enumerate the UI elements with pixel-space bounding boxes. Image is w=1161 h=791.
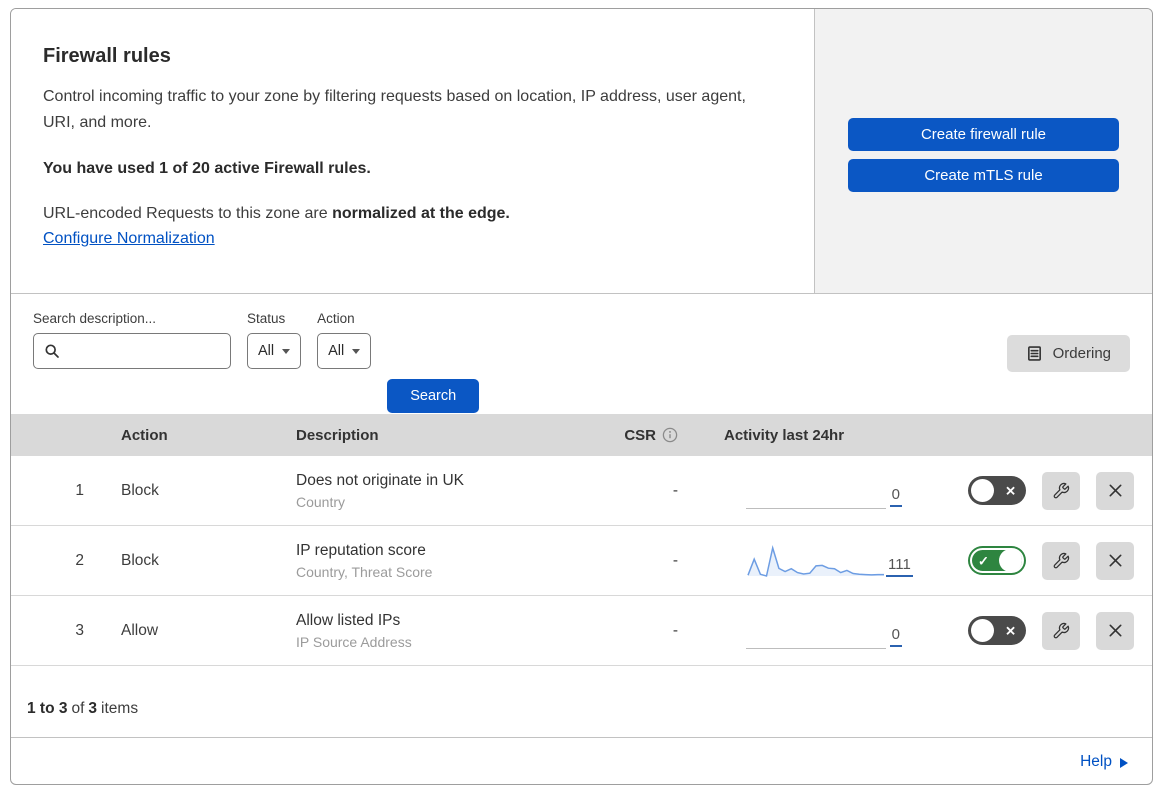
actions-panel: Create firewall rule Create mTLS rule: [815, 9, 1152, 293]
column-header-csr: CSR: [591, 427, 681, 444]
search-box[interactable]: [33, 333, 231, 369]
normalization-prefix: URL-encoded Requests to this zone are: [43, 205, 333, 223]
wrench-icon: [1053, 552, 1070, 568]
toggle-x-icon: ✕: [1005, 483, 1016, 498]
usage-notice: You have used 1 of 20 active Firewall ru…: [43, 160, 371, 178]
activity-sparkline: [747, 544, 884, 577]
rule-enabled-toggle[interactable]: ✓ ✕: [968, 546, 1026, 575]
rule-priority: 1: [75, 481, 84, 499]
configure-normalization-link[interactable]: Configure Normalization: [43, 230, 215, 247]
close-icon: [1109, 484, 1121, 497]
info-icon[interactable]: [662, 427, 678, 443]
rule-criteria: IP Source Address: [296, 633, 412, 650]
rule-description: Does not originate in UK Country: [276, 472, 591, 510]
firewall-rules-panel: Firewall rules Control incoming traffic …: [10, 8, 1153, 785]
chevron-down-icon: [282, 348, 291, 354]
column-header-action: Action: [121, 426, 168, 444]
create-firewall-rule-button[interactable]: Create firewall rule: [848, 118, 1119, 151]
normalization-emphasis: normalized at the edge.: [332, 205, 510, 223]
pagination-total: 3: [88, 699, 98, 717]
rule-csr-value: -: [672, 551, 678, 569]
edit-rule-button[interactable]: [1042, 471, 1080, 510]
activity-sparkline-flat: [746, 483, 886, 509]
column-header-description: Description: [296, 426, 379, 444]
rule-criteria: Country: [296, 493, 346, 510]
rule-description-title: Allow listed IPs: [296, 611, 401, 629]
rule-csr-value: -: [672, 481, 678, 499]
activity-count-link[interactable]: 0: [889, 486, 902, 507]
rule-activity: 0: [681, 473, 926, 509]
pagination-of: of: [71, 699, 85, 717]
rule-enabled-toggle[interactable]: ✓ ✕: [968, 476, 1026, 505]
rule-controls: ✓ ✕: [926, 611, 1152, 650]
intro-block: Firewall rules Control incoming traffic …: [11, 9, 815, 293]
search-label: Search description...: [33, 311, 157, 326]
rule-description-title: IP reputation score: [296, 541, 426, 559]
rule-csr-value: -: [672, 621, 678, 639]
status-select[interactable]: All: [247, 333, 302, 369]
rule-activity: 111: [681, 543, 926, 579]
table-header: Action Description CSR Activity last 24h…: [11, 414, 1152, 456]
action-label: Action: [317, 311, 355, 326]
page-description: Control incoming traffic to your zone by…: [43, 88, 746, 132]
edit-rule-button[interactable]: [1042, 541, 1080, 580]
toggle-knob: [971, 479, 994, 502]
toggle-knob: [971, 619, 994, 642]
pagination-items: items: [101, 699, 139, 717]
activity-sparkline-flat: [746, 623, 886, 649]
create-mtls-rule-button[interactable]: Create mTLS rule: [848, 159, 1119, 192]
rule-action: Allow: [121, 621, 159, 639]
activity-count-link[interactable]: 111: [886, 556, 913, 577]
delete-rule-button[interactable]: [1096, 471, 1134, 510]
pagination-range: 1 to 3: [27, 699, 68, 717]
table-row: 1 Block Does not originate in UK Country…: [11, 456, 1152, 526]
search-icon: [45, 344, 59, 358]
status-value: All: [258, 343, 275, 359]
chevron-down-icon: [352, 348, 361, 354]
column-header-activity: Activity last 24hr: [724, 426, 845, 444]
toggle-x-icon: ✕: [1005, 623, 1016, 638]
page-title: Firewall rules: [43, 45, 171, 67]
action-select[interactable]: All: [317, 333, 372, 369]
table-row: 3 Allow Allow listed IPs IP Source Addre…: [11, 596, 1152, 666]
help-bar: Help: [11, 738, 1152, 784]
rule-priority: 2: [75, 551, 84, 569]
rule-description: IP reputation score Country, Threat Scor…: [276, 542, 591, 580]
arrow-right-icon: [1120, 757, 1128, 768]
delete-rule-button[interactable]: [1096, 541, 1134, 580]
rule-description: Allow listed IPs IP Source Address: [276, 612, 591, 650]
pagination-bar: 1 to 3 of 3 items: [11, 666, 1152, 738]
help-link[interactable]: Help: [1080, 753, 1128, 771]
rule-controls: ✓ ✕: [926, 541, 1152, 580]
activity-count-link[interactable]: 0: [889, 626, 902, 647]
toggle-check-icon: ✓: [978, 553, 989, 568]
ordering-button-label: Ordering: [1052, 345, 1111, 362]
filter-bar: Search description... Status All Action …: [11, 294, 1152, 414]
rule-description-title: Does not originate in UK: [296, 471, 465, 489]
rule-action: Block: [121, 481, 159, 499]
close-icon: [1109, 624, 1121, 637]
ordering-button[interactable]: Ordering: [1006, 335, 1130, 372]
wrench-icon: [1053, 482, 1070, 498]
toggle-knob: [999, 549, 1022, 572]
ordering-list-icon: [1027, 346, 1041, 361]
rule-enabled-toggle[interactable]: ✓ ✕: [968, 616, 1026, 645]
rule-activity: 0: [681, 613, 926, 649]
search-button[interactable]: Search: [387, 379, 480, 413]
rule-criteria: Country, Threat Score: [296, 563, 433, 580]
close-icon: [1109, 554, 1121, 567]
status-label: Status: [247, 311, 286, 326]
help-link-label: Help: [1080, 753, 1112, 770]
rule-action: Block: [121, 551, 159, 569]
wrench-icon: [1053, 622, 1070, 638]
action-value: All: [328, 343, 345, 359]
rule-priority: 3: [75, 621, 84, 639]
normalization-text: URL-encoded Requests to this zone are no…: [43, 205, 774, 223]
delete-rule-button[interactable]: [1096, 611, 1134, 650]
rule-controls: ✓ ✕: [926, 471, 1152, 510]
table-row: 2 Block IP reputation score Country, Thr…: [11, 526, 1152, 596]
search-input[interactable]: [67, 343, 220, 359]
overview-section: Firewall rules Control incoming traffic …: [11, 9, 1152, 294]
edit-rule-button[interactable]: [1042, 611, 1080, 650]
